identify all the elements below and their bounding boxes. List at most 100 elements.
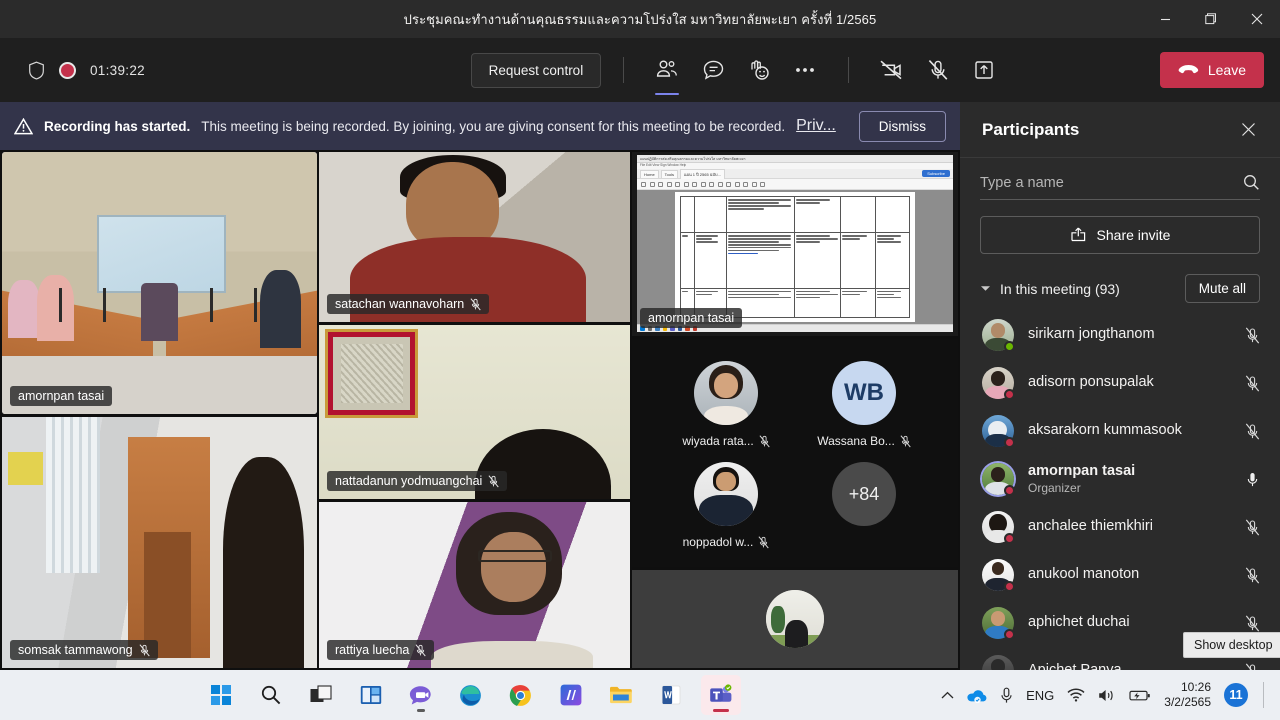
video-tile-rattiya-luecha[interactable]: rattiya luecha <box>319 502 630 668</box>
show-desktop-button[interactable] <box>1263 682 1266 708</box>
shared-doc-toolbar <box>637 179 953 190</box>
participant-info: amornpan tasai Organizer <box>1028 463 1135 495</box>
search-button[interactable] <box>251 675 291 715</box>
task-view-button[interactable] <box>301 675 341 715</box>
avatar <box>982 319 1015 352</box>
ia-app-button[interactable] <box>551 675 591 715</box>
participant-row-anukool-manoton[interactable]: anukool manoton <box>960 551 1280 599</box>
onedrive-icon[interactable] <box>967 688 987 703</box>
participant-row-anchalee-thiemkhiri[interactable]: anchalee thiemkhiri <box>960 503 1280 551</box>
mic-off-icon <box>139 643 150 657</box>
close-icon[interactable] <box>1234 116 1262 144</box>
volume-icon[interactable] <box>1098 688 1116 703</box>
tile-name-badge: nattadanun yodmuangchai <box>327 471 508 491</box>
privacy-policy-link[interactable]: Priv... <box>796 117 836 135</box>
mic-off-icon[interactable] <box>1245 375 1260 392</box>
participant-info: sirikarn jongthanom <box>1028 326 1155 343</box>
more-options-button[interactable] <box>784 50 826 90</box>
participants-panel: Participants Share invite In this meetin… <box>960 102 1280 670</box>
word-button[interactable] <box>651 675 691 715</box>
chevron-up-icon[interactable] <box>941 691 954 700</box>
video-tile-satachan-wannavoharn[interactable]: satachan wannavoharn <box>319 152 630 322</box>
search-input[interactable] <box>980 174 1243 191</box>
request-control-button[interactable]: Request control <box>470 52 602 88</box>
warning-icon <box>14 117 33 135</box>
restore-button[interactable] <box>1188 0 1234 38</box>
chat-button[interactable] <box>692 50 734 90</box>
battery-charging-icon[interactable] <box>1129 689 1151 702</box>
tile-name-badge: somsak tammawong <box>10 640 158 660</box>
screen-share-tile[interactable]: แผนปฏิบัติการส่งเสริมคุณธรรมและความโปร่ง… <box>632 152 958 336</box>
widgets-button[interactable] <box>351 675 391 715</box>
avatar-cell-overflow[interactable]: +84 <box>812 462 916 526</box>
close-button[interactable] <box>1234 0 1280 38</box>
participant-name: anchalee thiemkhiri <box>1028 518 1153 535</box>
mic-off-icon[interactable] <box>1245 615 1260 632</box>
video-tile-somsak-tammawong[interactable]: somsak tammawong <box>2 417 317 668</box>
tile-name-badge: amornpan tasai <box>640 308 743 328</box>
reactions-button[interactable] <box>738 50 780 90</box>
video-tile-nattadanun-yodmuangchai[interactable]: nattadanun yodmuangchai <box>319 325 630 499</box>
camera-off-button[interactable] <box>871 50 913 90</box>
toolbar-media-group <box>871 50 1005 90</box>
clock-time: 10:26 <box>1180 680 1212 694</box>
mic-off-icon <box>415 643 427 657</box>
share-invite-button[interactable]: Share invite <box>980 216 1260 254</box>
avatar-cell-wiyada[interactable]: wiyada rata... <box>674 361 778 448</box>
status-badge-available <box>1004 341 1015 352</box>
chevron-down-icon <box>980 285 991 292</box>
avatar-participant-name: noppadol w... <box>682 535 754 549</box>
mic-off-icon[interactable] <box>1245 327 1260 344</box>
wifi-icon[interactable] <box>1067 688 1085 702</box>
avatar-cell-wassana[interactable]: WB Wassana Bo... <box>812 361 916 448</box>
participant-row-amornpan-tasai[interactable]: amornpan tasai Organizer <box>960 455 1280 503</box>
participant-info: anukool manoton <box>1028 566 1139 583</box>
avatar <box>982 415 1015 448</box>
file-explorer-button[interactable] <box>601 675 641 715</box>
shared-doc-tab-file: แผน 1 ปี 2565 ฉบับ... <box>680 168 725 179</box>
mic-on-icon[interactable] <box>1245 471 1260 488</box>
share-screen-button[interactable] <box>963 50 1005 90</box>
mic-off-icon <box>470 297 481 311</box>
microphone-icon[interactable] <box>1000 687 1013 704</box>
tile-participant-name: nattadanun yodmuangchai <box>335 474 483 488</box>
edge-button[interactable] <box>451 675 491 715</box>
start-button[interactable] <box>201 675 241 715</box>
participants-list[interactable]: sirikarn jongthanom adisorn ponsupalak a… <box>960 311 1280 670</box>
mic-off-icon[interactable] <box>1245 567 1260 584</box>
chrome-button[interactable] <box>501 675 541 715</box>
leave-button[interactable]: Leave <box>1159 52 1264 88</box>
dismiss-button[interactable]: Dismiss <box>858 110 946 142</box>
mute-all-button[interactable]: Mute all <box>1184 274 1260 303</box>
mic-off-button[interactable] <box>917 50 959 90</box>
avatar <box>982 367 1015 400</box>
participant-name: amornpan tasai <box>1028 462 1136 479</box>
meeting-timer: 01:39:22 <box>90 62 145 78</box>
participant-search-row <box>980 174 1260 200</box>
participants-button[interactable] <box>646 50 688 95</box>
recording-banner-text: This meeting is being recorded. By joini… <box>201 118 786 134</box>
video-tile-amornpan-tasai[interactable]: amornpan tasai <box>2 152 317 414</box>
search-icon[interactable] <box>1243 174 1260 191</box>
language-indicator[interactable]: ENG <box>1026 688 1054 703</box>
shared-doc-tabs: Home Tools แผน 1 ปี 2565 ฉบับ... Subscri… <box>637 168 953 179</box>
avatar-cell-noppadol[interactable]: noppadol w... <box>674 462 778 549</box>
in-meeting-section-header[interactable]: In this meeting (93) Mute all <box>980 274 1260 303</box>
clock[interactable]: 10:26 3/2/2565 <box>1164 680 1211 710</box>
mic-off-icon[interactable] <box>1245 663 1260 670</box>
minimize-button[interactable] <box>1142 0 1188 38</box>
stage-column-middle: satachan wannavoharn nattadanun yodmuang… <box>319 152 630 668</box>
participant-row-adisorn-ponsupalak[interactable]: adisorn ponsupalak <box>960 359 1280 407</box>
participant-row-sirikarn-jongthanom[interactable]: sirikarn jongthanom <box>960 311 1280 359</box>
notification-badge[interactable]: 11 <box>1224 683 1249 707</box>
self-avatar <box>766 590 824 648</box>
mic-off-icon <box>759 434 770 448</box>
chat-button[interactable] <box>401 675 441 715</box>
participant-row-aksarakorn-kummasook[interactable]: aksarakorn kummasook <box>960 407 1280 455</box>
in-meeting-label: In this meeting (93) <box>1000 280 1120 297</box>
self-view-tile[interactable] <box>632 570 958 668</box>
mic-off-icon[interactable] <box>1245 519 1260 536</box>
tile-name-badge: amornpan tasai <box>10 386 113 406</box>
mic-off-icon[interactable] <box>1245 423 1260 440</box>
teams-button[interactable] <box>700 675 741 715</box>
